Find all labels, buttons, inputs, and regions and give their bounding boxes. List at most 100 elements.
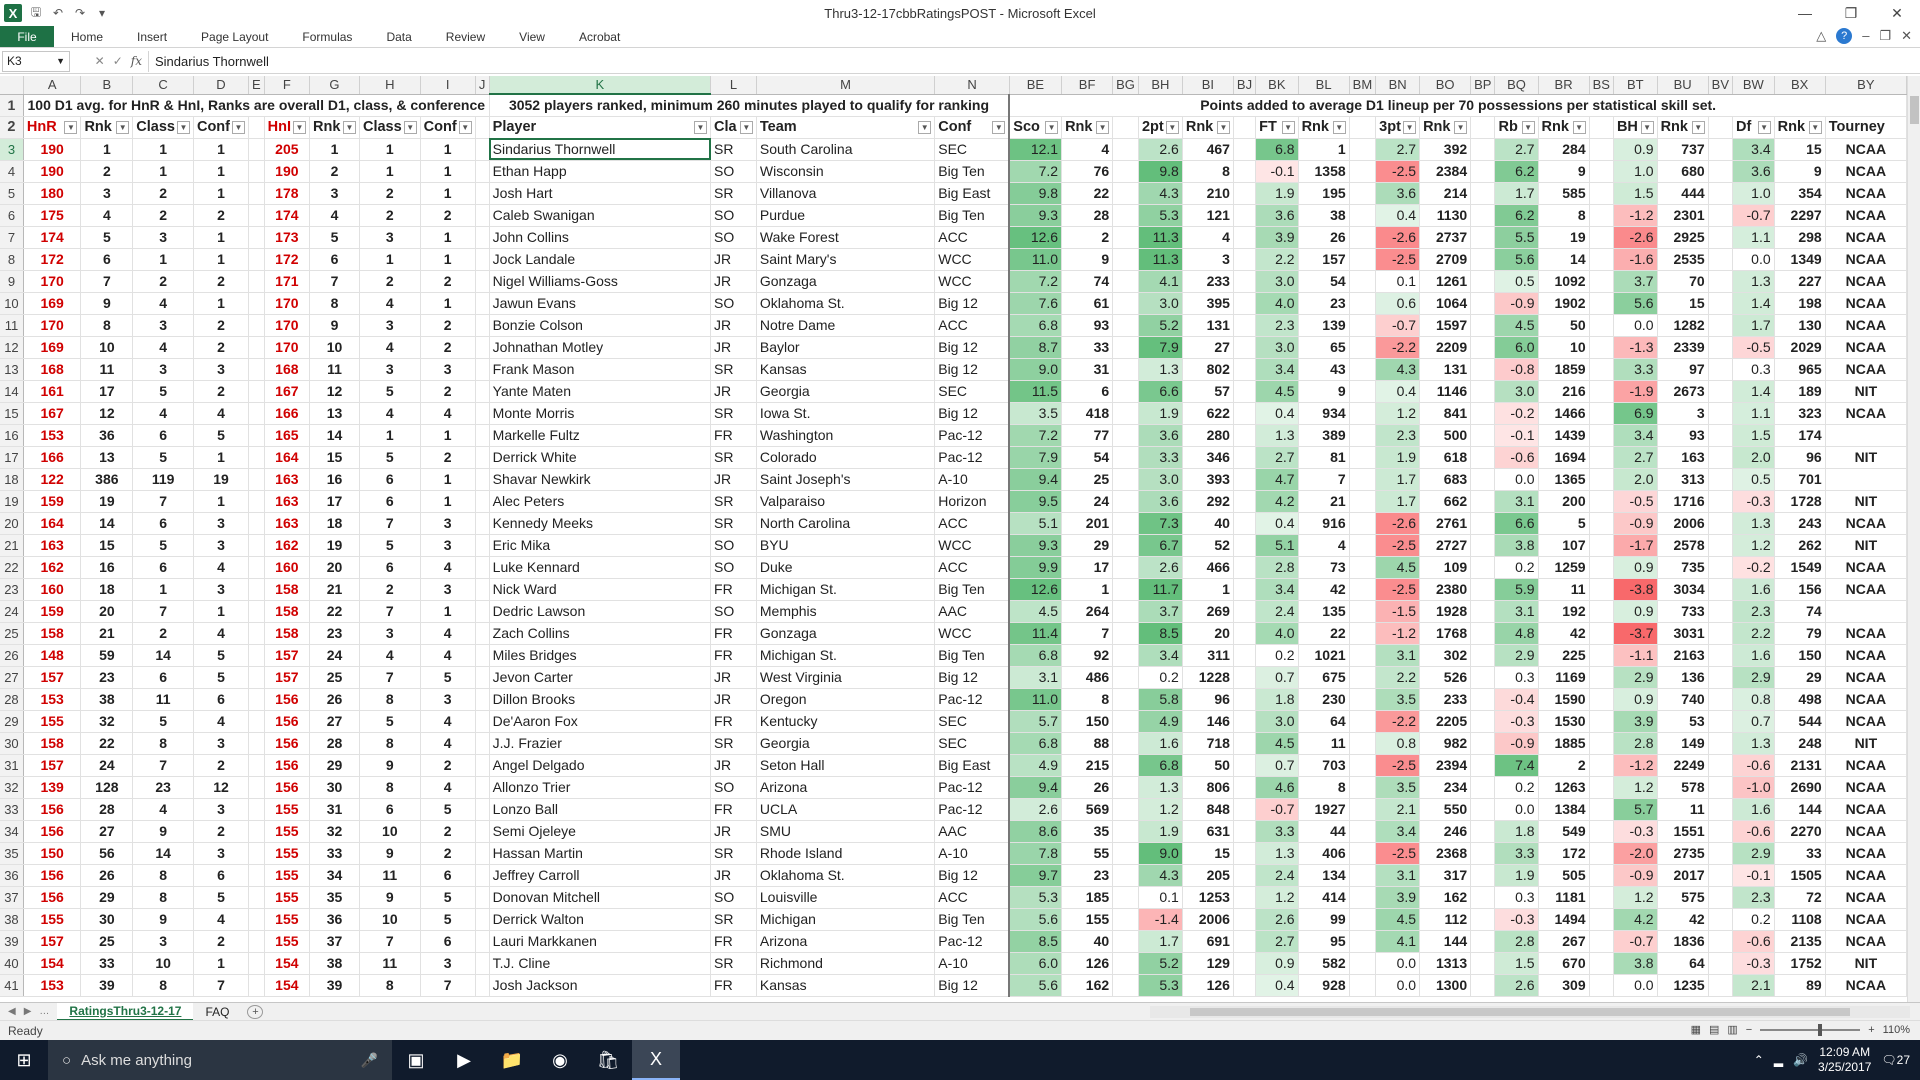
cell[interactable]: 1313 bbox=[1419, 952, 1472, 975]
empty-cell[interactable] bbox=[475, 468, 490, 491]
cell[interactable]: -2.2 bbox=[1375, 710, 1421, 733]
enter-icon[interactable]: ✓ bbox=[113, 54, 123, 68]
cell[interactable]: 680 bbox=[1657, 160, 1709, 183]
empty-cell[interactable] bbox=[1470, 732, 1496, 755]
header-rnk[interactable]: Rnk ▼ bbox=[1061, 116, 1114, 139]
cell[interactable]: 26 bbox=[1298, 226, 1350, 249]
empty-cell[interactable] bbox=[1349, 292, 1377, 315]
cell[interactable]: -2.5 bbox=[1375, 160, 1421, 183]
cell[interactable]: -0.6 bbox=[1732, 930, 1775, 953]
cell[interactable]: 9 bbox=[1298, 380, 1350, 403]
cell[interactable]: 2 bbox=[193, 754, 249, 777]
cell[interactable]: 4 bbox=[420, 732, 476, 755]
cell[interactable]: Frank Mason bbox=[489, 358, 712, 381]
cell[interactable]: SO bbox=[710, 886, 757, 909]
cell[interactable]: -0.3 bbox=[1732, 490, 1775, 513]
cell[interactable]: 198 bbox=[1774, 292, 1826, 315]
cell[interactable]: 131 bbox=[1419, 358, 1472, 381]
header-blank[interactable] bbox=[1112, 116, 1139, 139]
cell[interactable]: 3 bbox=[132, 226, 194, 249]
empty-cell[interactable] bbox=[475, 666, 490, 689]
cell[interactable]: 3.4 bbox=[1138, 644, 1183, 667]
header-blank[interactable] bbox=[248, 116, 265, 139]
cell[interactable]: 6 bbox=[80, 248, 134, 271]
empty-cell[interactable] bbox=[475, 754, 490, 777]
cell[interactable]: -0.7 bbox=[1732, 204, 1775, 227]
filter-dropdown-icon[interactable]: ▼ bbox=[1808, 120, 1822, 134]
row-header[interactable]: 32 bbox=[0, 776, 24, 799]
horizontal-scrollbar[interactable] bbox=[1150, 1006, 1910, 1018]
cell[interactable]: JR bbox=[710, 248, 757, 271]
cell[interactable]: 36 bbox=[309, 908, 360, 931]
cell[interactable]: 233 bbox=[1182, 270, 1234, 293]
cell[interactable]: 72 bbox=[1774, 886, 1826, 909]
cell[interactable]: 1 bbox=[359, 160, 421, 183]
cell[interactable]: NCAA bbox=[1825, 182, 1907, 205]
empty-cell[interactable] bbox=[1233, 534, 1257, 557]
cell[interactable]: NCAA bbox=[1825, 688, 1907, 711]
cell[interactable]: 2 bbox=[80, 160, 134, 183]
cell[interactable]: 2535 bbox=[1657, 248, 1709, 271]
cell[interactable]: 126 bbox=[1182, 974, 1234, 997]
empty-cell[interactable] bbox=[1470, 292, 1496, 315]
empty-cell[interactable] bbox=[1470, 710, 1496, 733]
cell[interactable]: 10 bbox=[1538, 336, 1590, 359]
cell[interactable]: 1235 bbox=[1657, 974, 1709, 997]
cell[interactable]: Gonzaga bbox=[756, 270, 936, 293]
cell[interactable]: 195 bbox=[1298, 182, 1350, 205]
cell[interactable]: 13 bbox=[309, 402, 360, 425]
cell[interactable]: JR bbox=[710, 270, 757, 293]
cell[interactable]: SO bbox=[710, 600, 757, 623]
cell[interactable]: 269 bbox=[1182, 600, 1234, 623]
empty-cell[interactable] bbox=[1708, 556, 1734, 579]
empty-cell[interactable] bbox=[1470, 138, 1496, 161]
cell[interactable]: 4 bbox=[420, 622, 476, 645]
cell[interactable]: 168 bbox=[264, 358, 311, 381]
cell[interactable]: 0.2 bbox=[1494, 776, 1539, 799]
cell[interactable]: 346 bbox=[1182, 446, 1234, 469]
cell[interactable]: 2.7 bbox=[1494, 138, 1539, 161]
cell[interactable]: 28 bbox=[80, 798, 134, 821]
empty-cell[interactable] bbox=[1470, 204, 1496, 227]
cell[interactable]: 11.4 bbox=[1008, 622, 1063, 645]
cell[interactable]: SR bbox=[710, 138, 757, 161]
empty-cell[interactable] bbox=[248, 380, 265, 403]
page-layout-view-icon[interactable]: ▤ bbox=[1709, 1023, 1719, 1036]
cell[interactable]: 26 bbox=[309, 688, 360, 711]
cell[interactable]: 2.0 bbox=[1613, 468, 1658, 491]
cell[interactable]: T.J. Cline bbox=[489, 952, 712, 975]
normal-view-icon[interactable]: ▦ bbox=[1691, 1023, 1701, 1036]
header-hnr[interactable]: HnR ▼ bbox=[23, 116, 82, 139]
empty-cell[interactable] bbox=[1589, 336, 1614, 359]
column-header-bn[interactable]: BN bbox=[1375, 76, 1421, 95]
cell[interactable]: 7.6 bbox=[1008, 292, 1063, 315]
cell[interactable]: 578 bbox=[1657, 776, 1709, 799]
cell[interactable]: 1.6 bbox=[1732, 644, 1775, 667]
empty-cell[interactable] bbox=[1589, 908, 1614, 931]
cell[interactable]: 1 bbox=[1298, 138, 1350, 161]
cell[interactable]: 74 bbox=[1061, 270, 1114, 293]
cell[interactable]: Big Ten bbox=[934, 908, 1010, 931]
cell[interactable]: 2.9 bbox=[1494, 644, 1539, 667]
cell[interactable]: 172 bbox=[1538, 842, 1590, 865]
cell[interactable]: 5 bbox=[359, 446, 421, 469]
empty-cell[interactable] bbox=[1112, 446, 1139, 469]
empty-cell[interactable] bbox=[1112, 160, 1139, 183]
cell[interactable]: 4 bbox=[132, 336, 194, 359]
empty-cell[interactable] bbox=[1708, 754, 1734, 777]
cell[interactable]: 76 bbox=[1061, 160, 1114, 183]
cell[interactable]: -0.7 bbox=[1255, 798, 1299, 821]
header-bh[interactable]: BH ▼ bbox=[1613, 116, 1658, 139]
cell[interactable]: 5.7 bbox=[1008, 710, 1063, 733]
empty-cell[interactable] bbox=[1233, 842, 1257, 865]
cell[interactable]: 1064 bbox=[1419, 292, 1472, 315]
empty-cell[interactable] bbox=[1708, 776, 1734, 799]
cell[interactable]: Big 12 bbox=[934, 666, 1010, 689]
cell[interactable]: JR bbox=[710, 380, 757, 403]
cell[interactable]: 2 bbox=[420, 754, 476, 777]
cell[interactable]: 4 bbox=[1182, 226, 1234, 249]
cell[interactable]: -2.5 bbox=[1375, 248, 1421, 271]
cell[interactable]: 386 bbox=[80, 468, 134, 491]
cell[interactable]: 157 bbox=[1298, 248, 1350, 271]
empty-cell[interactable] bbox=[1233, 600, 1257, 623]
